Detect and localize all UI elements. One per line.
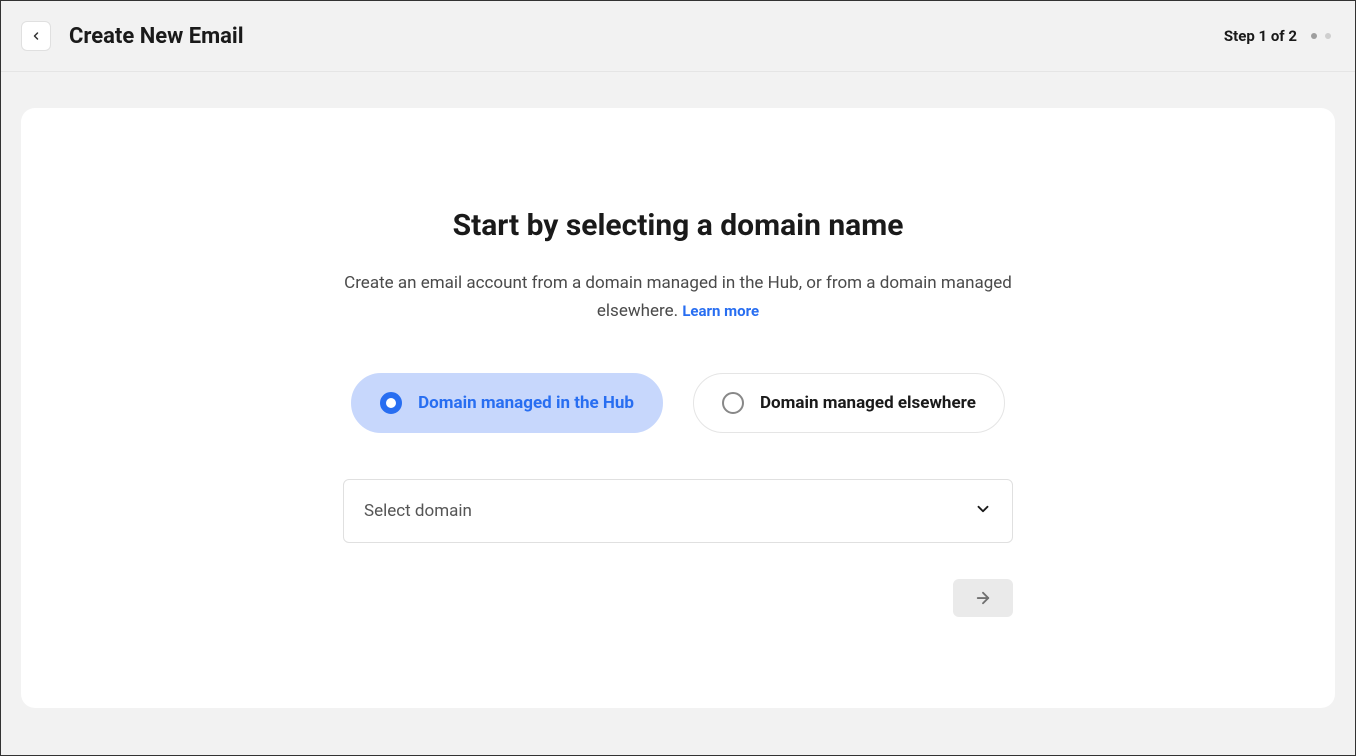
header-right: Step 1 of 2 [1224, 27, 1331, 45]
learn-more-link[interactable]: Learn more [682, 302, 759, 320]
page-title: Create New Email [69, 24, 244, 49]
radio-option-hub[interactable]: Domain managed in the Hub [351, 373, 663, 433]
radio-icon [380, 392, 402, 414]
domain-select-placeholder: Select domain [364, 501, 472, 521]
radio-option-elsewhere[interactable]: Domain managed elsewhere [693, 373, 1005, 433]
main-heading: Start by selecting a domain name [308, 208, 1048, 243]
next-button[interactable] [953, 579, 1013, 617]
radio-label-hub: Domain managed in the Hub [418, 393, 634, 413]
domain-select-wrapper: Select domain [343, 479, 1013, 543]
step-dots [1311, 33, 1331, 39]
step-indicator-label: Step 1 of 2 [1224, 27, 1297, 45]
radio-icon [722, 392, 744, 414]
domain-select[interactable]: Select domain [343, 479, 1013, 543]
step-dot-active [1311, 33, 1317, 39]
arrow-right-icon [974, 589, 992, 607]
description-body: Create an email account from a domain ma… [344, 273, 1012, 321]
content-wrapper: Start by selecting a domain name Create … [1, 72, 1355, 728]
card-inner: Start by selecting a domain name Create … [308, 208, 1048, 617]
step-dot-inactive [1325, 33, 1331, 39]
chevron-left-icon [30, 30, 42, 42]
radio-label-elsewhere: Domain managed elsewhere [760, 393, 976, 413]
header-left: Create New Email [21, 21, 244, 51]
description-text: Create an email account from a domain ma… [308, 269, 1048, 325]
chevron-down-icon [974, 500, 992, 522]
page-header: Create New Email Step 1 of 2 [1, 1, 1355, 72]
main-card: Start by selecting a domain name Create … [21, 108, 1335, 708]
back-button[interactable] [21, 21, 51, 51]
action-row [343, 579, 1013, 617]
domain-source-radio-group: Domain managed in the Hub Domain managed… [308, 373, 1048, 433]
